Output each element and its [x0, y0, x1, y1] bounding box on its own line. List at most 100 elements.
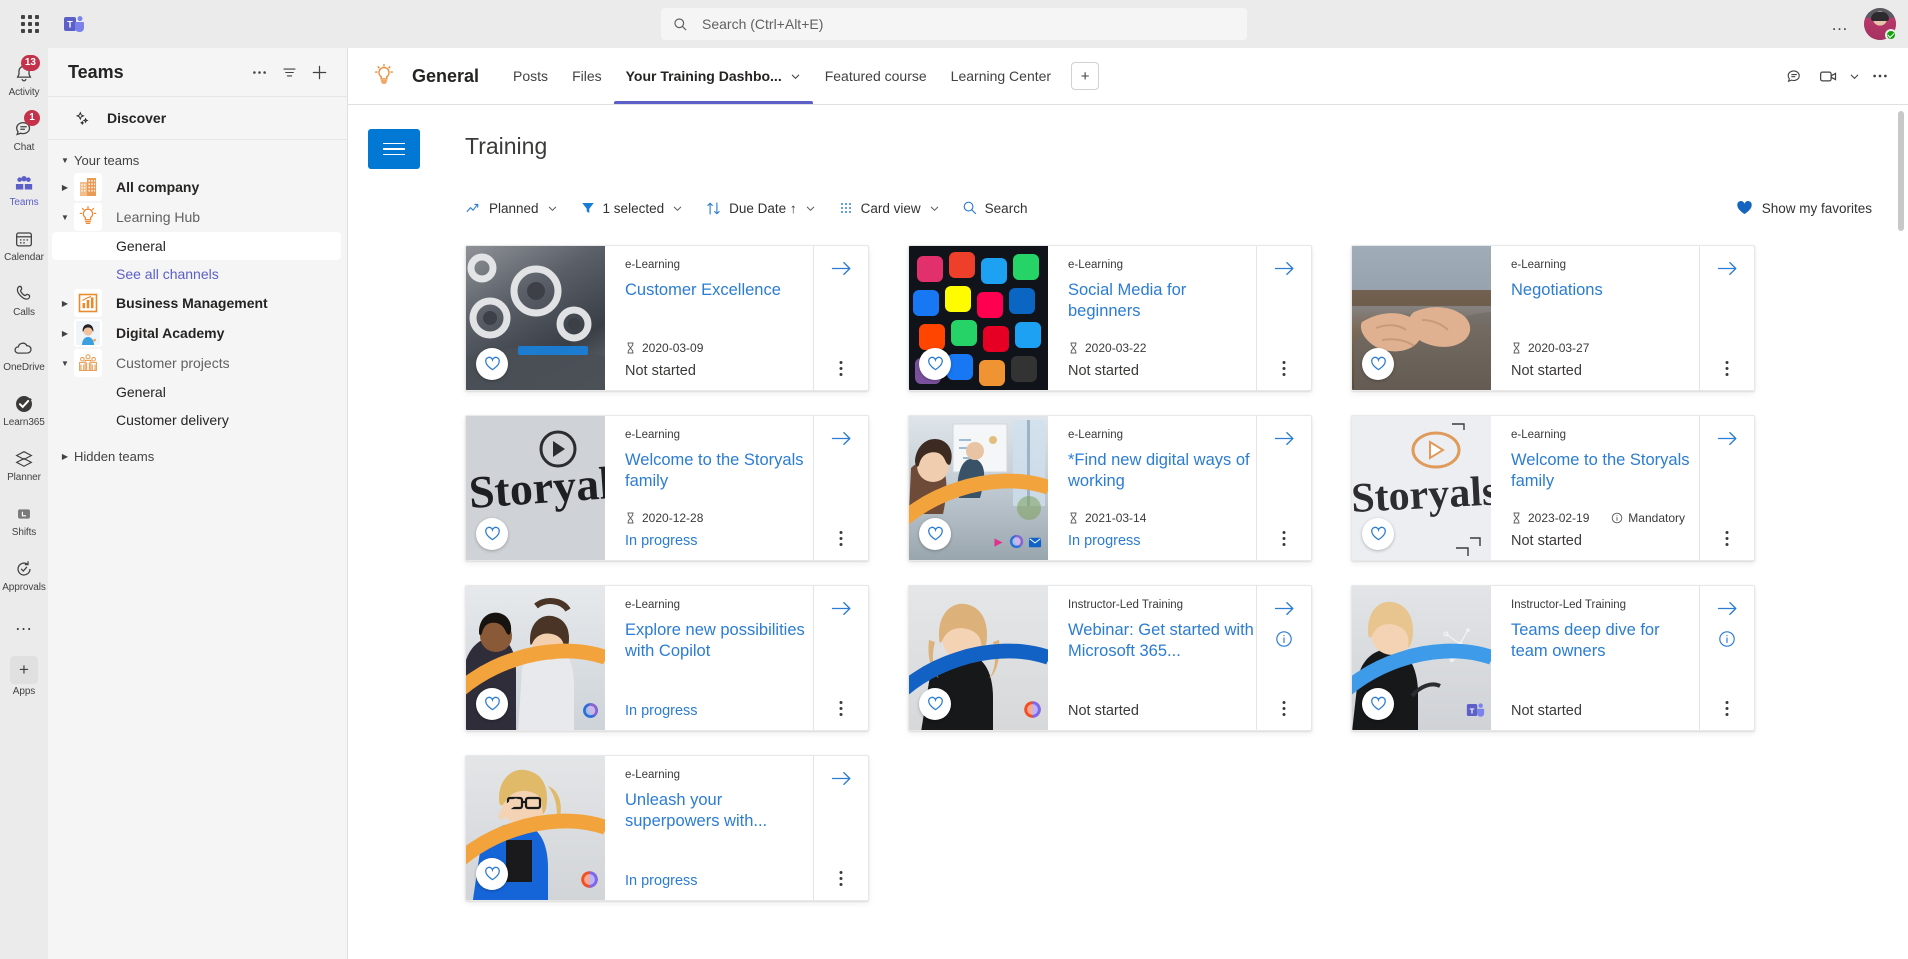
rail-item-calls[interactable]: Calls	[0, 274, 48, 326]
favorite-toggle[interactable]	[919, 348, 951, 380]
card-more-options-icon[interactable]	[840, 361, 843, 376]
rail-item-planner[interactable]: Planner	[0, 439, 48, 491]
chevron-down-icon[interactable]	[790, 71, 801, 82]
rail-item-activity[interactable]: 13 Activity	[0, 54, 48, 106]
dashboard-scrollbar[interactable]	[1896, 105, 1906, 959]
card-title[interactable]: Unleash your superpowers with...	[625, 790, 813, 832]
favorite-toggle[interactable]	[476, 858, 508, 890]
open-arrow-icon[interactable]	[831, 260, 852, 277]
open-arrow-icon[interactable]	[1274, 430, 1295, 447]
tab-learning-center[interactable]: Learning Center	[939, 48, 1063, 104]
rail-item-chat[interactable]: 1 Chat	[0, 109, 48, 161]
card-title[interactable]: Negotiations	[1511, 280, 1699, 301]
global-search[interactable]: Search (Ctrl+Alt+E)	[661, 8, 1247, 40]
hidden-teams-section[interactable]: ▶ Hidden teams	[48, 444, 347, 468]
sidebar-team-learning-hub[interactable]: ▼ Learning Hub	[48, 202, 347, 232]
card-more-options-icon[interactable]	[840, 701, 843, 716]
rail-item-approvals[interactable]: Approvals	[0, 549, 48, 601]
open-arrow-icon[interactable]	[1274, 260, 1295, 277]
sidebar-channel-general-cp[interactable]: General	[48, 378, 347, 406]
show-favorites-toggle[interactable]: Show my favorites	[1736, 200, 1872, 216]
training-card[interactable]: e-Learning Customer Excellence 2020-03-0…	[465, 245, 869, 391]
training-card[interactable]: e-Learning Social Media for beginners 20…	[908, 245, 1312, 391]
tab-featured-course[interactable]: Featured course	[813, 48, 939, 104]
sidebar-team-business-management[interactable]: ▶ Business Management	[48, 288, 347, 318]
view-control[interactable]: Card view	[838, 200, 940, 216]
training-card[interactable]: Storyals e-Learning Welcome to the Story…	[465, 415, 869, 561]
sidebar-channel-customer-delivery[interactable]: Customer delivery	[48, 406, 347, 434]
more-options-icon[interactable]	[1864, 60, 1896, 92]
training-card[interactable]: Storyals	[1351, 415, 1755, 561]
hamburger-icon[interactable]	[368, 129, 420, 169]
card-title[interactable]: Welcome to the Storyals family	[625, 450, 813, 492]
favorite-toggle[interactable]	[1362, 688, 1394, 720]
rail-item-teams[interactable]: Teams	[0, 164, 48, 216]
teams-filter-icon[interactable]	[275, 58, 303, 86]
rail-item-calendar[interactable]: Calendar	[0, 219, 48, 271]
training-card[interactable]: Instructor-Led Training Webinar: Get sta…	[908, 585, 1312, 731]
open-arrow-icon[interactable]	[1274, 600, 1295, 617]
training-card[interactable]: T Instructor-Led Training Teams deep div…	[1351, 585, 1755, 731]
sidebar-see-all-channels[interactable]: See all channels	[48, 260, 347, 288]
favorite-toggle[interactable]	[476, 518, 508, 550]
add-team-plus-icon[interactable]	[305, 58, 333, 86]
card-title[interactable]: Customer Excellence	[625, 280, 813, 301]
favorite-toggle[interactable]	[1362, 518, 1394, 550]
rail-more-apps-icon[interactable]: …	[15, 604, 34, 644]
favorite-toggle[interactable]	[1362, 348, 1394, 380]
card-more-options-icon[interactable]	[1726, 531, 1729, 546]
favorite-toggle[interactable]	[919, 688, 951, 720]
open-arrow-icon[interactable]	[831, 430, 852, 447]
training-card[interactable]: e-Learning Unleash your superpowers with…	[465, 755, 869, 901]
open-arrow-icon[interactable]	[831, 770, 852, 787]
rail-item-shifts[interactable]: Shifts	[0, 494, 48, 546]
sort-control[interactable]: Due Date ↑	[705, 200, 816, 217]
tab-posts[interactable]: Posts	[501, 48, 560, 104]
card-title[interactable]: *Find new digital ways of working	[1068, 450, 1256, 492]
card-more-options-icon[interactable]	[1283, 531, 1286, 546]
app-launcher-icon[interactable]	[8, 6, 52, 42]
your-teams-section[interactable]: ▼ Your teams	[48, 148, 347, 172]
add-tab-button[interactable]: +	[1071, 62, 1099, 90]
sidebar-team-digital-academy[interactable]: ▶ Digital Academy	[48, 318, 347, 348]
tab-files[interactable]: Files	[560, 48, 614, 104]
card-more-options-icon[interactable]	[1726, 361, 1729, 376]
favorite-toggle[interactable]	[476, 348, 508, 380]
info-circle-icon[interactable]	[1718, 630, 1736, 648]
topbar-more-icon[interactable]: …	[1824, 8, 1856, 40]
training-card[interactable]: e-Learning Negotiations 2020-03-27	[1351, 245, 1755, 391]
sidebar-team-customer-projects[interactable]: ▼ Customer projects	[48, 348, 347, 378]
search-input[interactable]: Search (Ctrl+Alt+E)	[661, 8, 1247, 40]
chat-icon[interactable]	[1778, 60, 1810, 92]
card-more-options-icon[interactable]	[840, 531, 843, 546]
tab-your-training-dashboard[interactable]: Your Training Dashbo...	[614, 48, 813, 104]
planned-filter[interactable]: Planned	[465, 200, 558, 217]
card-more-options-icon[interactable]	[1283, 701, 1286, 716]
card-title[interactable]: Explore new possibilities with Copilot	[625, 620, 813, 662]
avatar[interactable]	[1864, 8, 1896, 40]
card-title[interactable]: Social Media for beginners	[1068, 280, 1256, 322]
training-card[interactable]: e-Learning Explore new possibilities wit…	[465, 585, 869, 731]
sidebar-team-all-company[interactable]: ▶	[48, 172, 347, 202]
scrollbar-thumb[interactable]	[1898, 111, 1904, 231]
open-arrow-icon[interactable]	[1717, 430, 1738, 447]
sidebar-channel-general[interactable]: General	[52, 232, 341, 260]
open-arrow-icon[interactable]	[831, 600, 852, 617]
training-card[interactable]: e-Learning *Find new digital ways of wor…	[908, 415, 1312, 561]
rail-item-apps[interactable]: + Apps	[0, 650, 48, 702]
sidebar-item-discover[interactable]: Discover	[48, 96, 347, 140]
search-control[interactable]: Search	[962, 200, 1028, 216]
favorite-toggle[interactable]	[476, 688, 508, 720]
video-call-icon[interactable]	[1812, 60, 1844, 92]
rail-item-onedrive[interactable]: OneDrive	[0, 329, 48, 381]
info-circle-icon[interactable]	[1275, 630, 1293, 648]
card-title[interactable]: Teams deep dive for team owners	[1511, 620, 1699, 662]
selected-filter[interactable]: 1 selected	[580, 200, 684, 216]
card-more-options-icon[interactable]	[1726, 701, 1729, 716]
open-arrow-icon[interactable]	[1717, 260, 1738, 277]
card-title[interactable]: Welcome to the Storyals family	[1511, 450, 1699, 492]
card-more-options-icon[interactable]	[840, 871, 843, 886]
chevron-down-icon[interactable]	[1846, 60, 1862, 92]
card-title[interactable]: Webinar: Get started with Microsoft 365.…	[1068, 620, 1256, 662]
teams-more-options-icon[interactable]	[245, 58, 273, 86]
